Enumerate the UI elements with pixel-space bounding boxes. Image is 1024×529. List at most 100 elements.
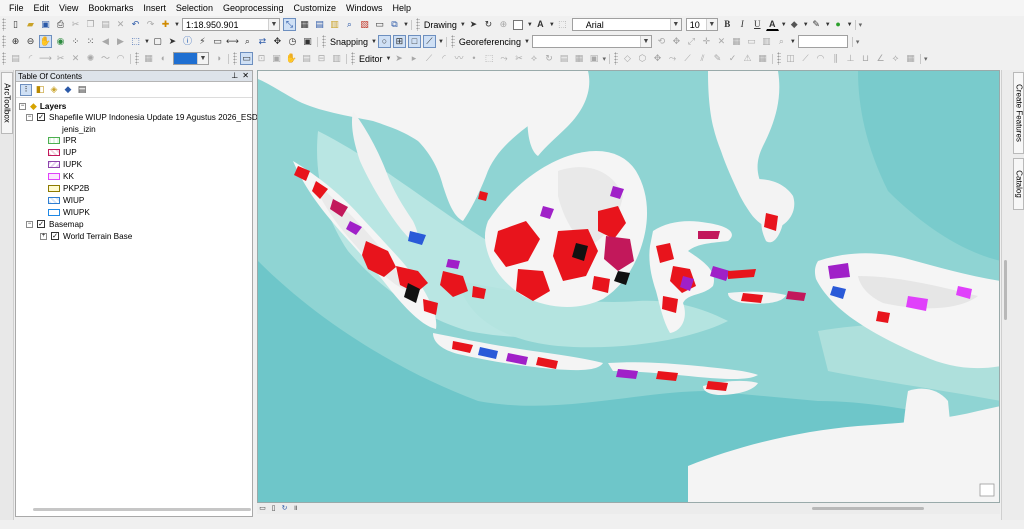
delete-control-points-icon[interactable]: ✕: [715, 35, 728, 48]
construct-icon[interactable]: ◫: [784, 52, 797, 65]
vertex-snapping-icon[interactable]: □: [407, 35, 421, 48]
change-layout-icon[interactable]: ▥: [330, 52, 343, 65]
font-size-combo[interactable]: 10 ▼: [685, 18, 718, 31]
full-extent-icon[interactable]: ◉: [54, 35, 67, 48]
fixed-zoom-in-icon[interactable]: ⁘: [69, 35, 82, 48]
measure-icon[interactable]: ⟷: [226, 35, 239, 48]
menu-windows[interactable]: Windows: [341, 0, 388, 16]
layer-row-world-terrain-base[interactable]: + ✓ World Terrain Base: [40, 230, 132, 242]
zoom-out-icon[interactable]: ⊖: [24, 35, 37, 48]
arctoolbox-window-icon[interactable]: ▧: [358, 18, 371, 31]
edit-vertices-icon[interactable]: ⬚: [482, 52, 495, 65]
find-route-icon[interactable]: ⇄: [256, 35, 269, 48]
marker-color-icon[interactable]: ●: [832, 18, 845, 31]
catalog-tab[interactable]: Catalog: [1013, 158, 1024, 210]
zoom-in-icon[interactable]: ⊕: [9, 35, 22, 48]
view-link-table-icon[interactable]: ▦: [730, 35, 743, 48]
toc-horizontal-scrollbar[interactable]: [33, 508, 251, 511]
chevron-down-icon[interactable]: ▼: [803, 22, 809, 28]
editor-toolbar-toggle-icon[interactable]: ⤡: [282, 18, 296, 31]
overview-button-icon[interactable]: [979, 483, 995, 497]
join-icon[interactable]: ⊔: [859, 52, 872, 65]
go-forward-icon[interactable]: ▶: [114, 35, 127, 48]
line-intersection-icon[interactable]: ✕: [69, 52, 82, 65]
rectangle-icon[interactable]: [512, 18, 525, 31]
map-view[interactable]: [257, 70, 1000, 503]
chevron-down-icon[interactable]: ▼: [438, 39, 444, 45]
menu-bookmarks[interactable]: Bookmarks: [83, 0, 138, 16]
collapse-icon[interactable]: −: [26, 113, 33, 121]
redo-icon[interactable]: ↷: [144, 18, 157, 31]
menu-view[interactable]: View: [54, 0, 83, 16]
layout-grid-icon[interactable]: ▦: [904, 52, 917, 65]
html-popup-icon[interactable]: ▭: [211, 35, 224, 48]
auto-adjust-icon[interactable]: ▥: [760, 35, 773, 48]
georef-value-box[interactable]: [797, 35, 848, 48]
map-canvas[interactable]: [258, 71, 1000, 503]
select-elements-icon[interactable]: ➤: [467, 18, 480, 31]
toolbar-grip[interactable]: [613, 52, 618, 65]
chevron-down-icon[interactable]: ▼: [527, 22, 533, 28]
perpendicular-icon[interactable]: ⊥: [844, 52, 857, 65]
map-topology-icon[interactable]: ⬡: [636, 52, 649, 65]
create-viewer-window-icon[interactable]: ▣: [301, 35, 314, 48]
copy-icon[interactable]: ❐: [84, 18, 97, 31]
map-scale-combo[interactable]: 1:18.950.901 ▼: [181, 18, 280, 31]
magnifier-icon[interactable]: ⌕: [775, 35, 788, 48]
legend-class-ipr[interactable]: IPR: [48, 134, 77, 146]
legend-class-wiup[interactable]: WIUP: [48, 194, 84, 206]
hyperlink-icon[interactable]: ⚡: [196, 35, 209, 48]
rotate-raster-icon[interactable]: ⟲: [655, 35, 668, 48]
chevron-down-icon[interactable]: ▼: [403, 22, 409, 28]
text-icon[interactable]: A: [534, 18, 547, 31]
straight-segment-icon[interactable]: ⟋: [422, 52, 435, 65]
chevron-down-icon[interactable]: ▼: [549, 22, 555, 28]
add-data-dropdown-icon[interactable]: ▼: [174, 22, 180, 28]
chevron-down-icon[interactable]: ▼: [460, 22, 466, 28]
search-window-icon[interactable]: ⌕: [343, 18, 356, 31]
go-back-icon[interactable]: ◀: [99, 35, 112, 48]
trace-icon[interactable]: 〰: [452, 52, 465, 65]
list-by-drawing-order-icon[interactable]: ⁝: [20, 83, 32, 96]
toolbar-grip[interactable]: [415, 18, 420, 31]
collapse-icon[interactable]: −: [19, 102, 26, 110]
toolbar-grip[interactable]: [2, 18, 6, 31]
chevron-down-icon[interactable]: ▼: [847, 22, 853, 28]
create-features-tab[interactable]: Create Features: [1013, 72, 1024, 154]
find-icon[interactable]: ⌕: [241, 35, 254, 48]
toggle-draft-icon[interactable]: ▤: [300, 52, 313, 65]
curve-tool-icon[interactable]: ◠: [814, 52, 827, 65]
layer-list-icon[interactable]: ▦: [142, 52, 155, 65]
undo-icon[interactable]: ↶: [129, 18, 142, 31]
map-window-icon[interactable]: ▦: [298, 18, 311, 31]
effects-layer-combo[interactable]: ▼: [173, 52, 209, 65]
catalog-window-icon[interactable]: ▥: [328, 18, 341, 31]
pause-drawing-icon[interactable]: ॥: [291, 504, 300, 513]
time-slider-icon[interactable]: ◷: [286, 35, 299, 48]
layout-pan-icon[interactable]: ✋: [285, 52, 298, 65]
layer-visibility-checkbox[interactable]: ✓: [37, 220, 45, 228]
add-control-points-icon[interactable]: ✛: [700, 35, 713, 48]
layer-row-wiup[interactable]: − ✓ Shapefile WIUP Indonesia Update 19 A…: [26, 111, 265, 123]
layer-visibility-checkbox[interactable]: ✓: [37, 113, 45, 121]
edit-annotation-icon[interactable]: ▸: [407, 52, 420, 65]
edge-snapping-icon[interactable]: ⟋: [422, 35, 436, 48]
explode-icon[interactable]: ✺: [84, 52, 97, 65]
scale-raster-icon[interactable]: ⤢: [685, 35, 698, 48]
list-by-source-icon[interactable]: ◧: [34, 84, 46, 96]
map-horizontal-scrollbar[interactable]: [812, 507, 924, 510]
topology-edit-icon[interactable]: ◇: [621, 52, 634, 65]
menu-file[interactable]: File: [4, 0, 29, 16]
trim-icon[interactable]: ✂: [54, 52, 67, 65]
list-by-visibility-icon[interactable]: ◈: [48, 84, 60, 96]
copy-features-icon[interactable]: ▤: [9, 52, 22, 65]
model-builder-icon[interactable]: ⧉: [388, 18, 401, 31]
open-folder-icon[interactable]: ▰: [24, 18, 37, 31]
toolbar-grip[interactable]: [450, 35, 455, 48]
collapse-icon[interactable]: −: [26, 220, 33, 228]
focus-frame-icon[interactable]: ⊟: [315, 52, 328, 65]
pin-icon[interactable]: ⊥: [231, 71, 238, 80]
italic-button[interactable]: I: [736, 18, 749, 31]
viewer-icon[interactable]: ▭: [745, 35, 758, 48]
chevron-down-icon[interactable]: ▼: [781, 22, 787, 28]
